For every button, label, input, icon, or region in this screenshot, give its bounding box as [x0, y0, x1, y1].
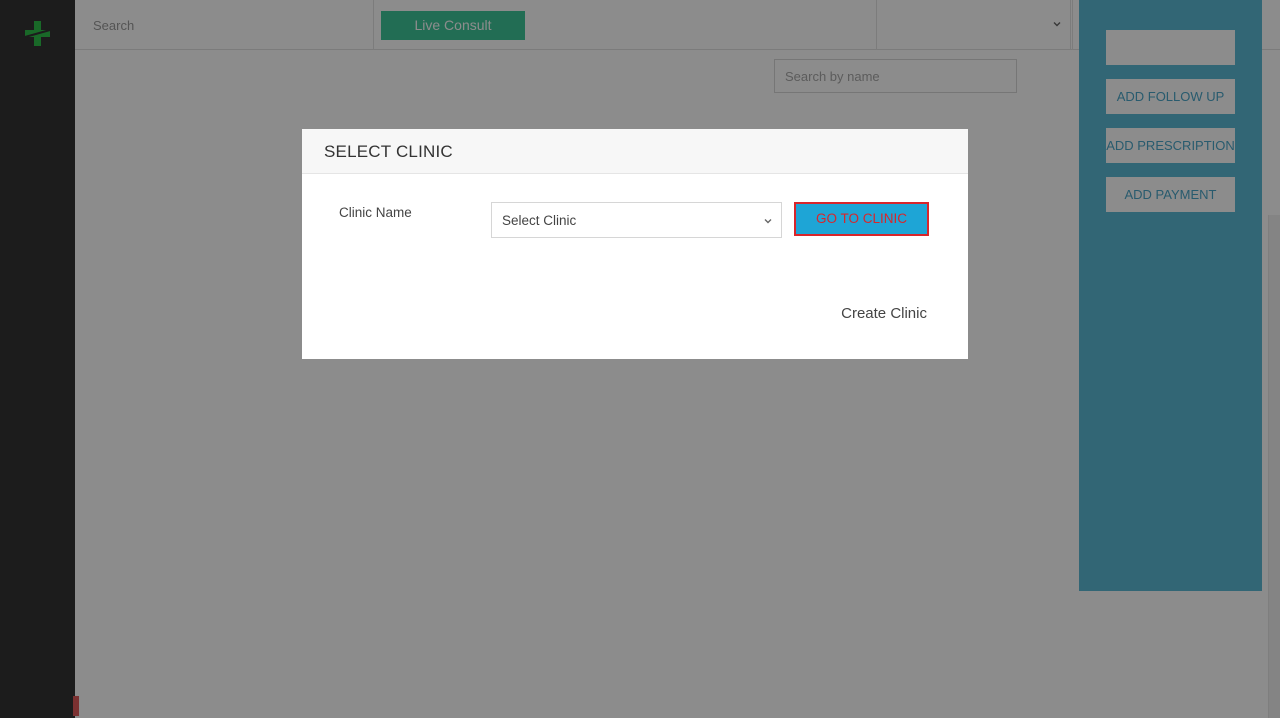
- select-clinic-modal: SELECT CLINIC Clinic Name Select Clinic …: [302, 129, 968, 359]
- chevron-down-icon: [763, 215, 773, 229]
- go-to-clinic-button[interactable]: GO TO CLINIC: [794, 202, 929, 236]
- clinic-select-value: Select Clinic: [502, 213, 577, 228]
- clinic-name-label: Clinic Name: [339, 205, 412, 220]
- modal-title: SELECT CLINIC: [324, 142, 453, 161]
- modal-header: SELECT CLINIC: [302, 129, 968, 174]
- create-clinic-link[interactable]: Create Clinic: [841, 305, 927, 322]
- modal-backdrop[interactable]: [0, 0, 1280, 718]
- clinic-select[interactable]: Select Clinic: [491, 202, 782, 238]
